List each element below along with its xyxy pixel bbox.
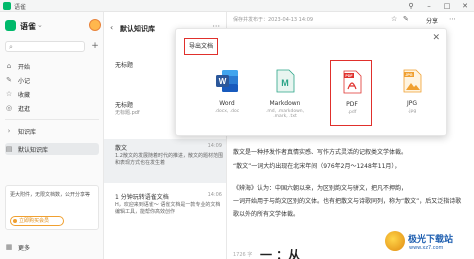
brand-switcher[interactable]: 语雀 ⌄ [5, 19, 101, 32]
export-option-label: Markdown [269, 100, 301, 107]
sidebar-item-explore[interactable]: ◎ 逛逛 [5, 102, 99, 114]
home-icon: ⌂ [6, 62, 12, 70]
minimize-button[interactable]: – [420, 0, 438, 12]
doc-time: 14:09 [207, 143, 222, 149]
section-label: 知识库 [18, 129, 37, 136]
export-option-markdown[interactable]: M Markdown .md, .markdown, .mark, .txt [264, 60, 306, 126]
doc-preview: 1.2散文的发展随着时代的推进，散文的题材范围和表现方式也在发生着 [115, 153, 223, 166]
buy-membership-label: 立即购买会员 [19, 218, 50, 224]
search-icon: ⌕ [9, 43, 13, 51]
title-bar: 语雀 ⚲ – □ ✕ [0, 0, 474, 12]
sidebar-item-label: 开始 [18, 64, 31, 71]
export-option-label: JPG [406, 100, 418, 107]
yuque-logo-icon [5, 20, 16, 31]
sidebar-item-start[interactable]: ⌂ 开始 [5, 60, 99, 72]
close-button[interactable]: ✕ [456, 0, 474, 12]
editor-paragraph[interactable]: 一词开始用于与韵文区别的文体。也有把散文与诗歌同列，称为“散文”，后又泛指诗歌 [233, 197, 469, 206]
editor-heading[interactable]: 一 ：从 [260, 246, 300, 259]
grid-icon: ▦ [5, 243, 13, 251]
watermark-url: www.xz7.com [409, 245, 444, 251]
sidebar-item-label: 更多 [18, 245, 31, 252]
export-option-jpg[interactable]: JPG JPG .jpg [391, 60, 433, 126]
sidebar-item-notes[interactable]: ✎ 小记 [5, 74, 99, 86]
note-icon: ✎ [6, 76, 12, 84]
divider [5, 119, 99, 120]
sidebar-section-knowledge-base[interactable]: › 知识库 [5, 125, 99, 137]
app-logo-icon [3, 2, 11, 10]
maximize-button[interactable]: □ [438, 0, 456, 12]
brand-name: 语雀 [20, 22, 36, 31]
svg-text:M: M [281, 78, 289, 88]
saved-status: 保存并发布于：2023-04-13 14:09 [233, 17, 314, 23]
chevron-down-icon: ⌄ [37, 21, 43, 29]
list-item[interactable]: 1 分钟玩转语雀文档 14:06 H，欢迎来到语雀～ 语雀文档是一款专业的文档编… [104, 192, 226, 232]
export-option-ext: .jpg [407, 109, 417, 114]
coin-icon [13, 219, 17, 223]
promo-text: 更大附件，无限文档数，公开分享等 [10, 192, 91, 198]
star-icon[interactable]: ☆ [391, 15, 397, 23]
export-dialog: 导出文档 ✕ W Word .docx, .doc M Markdown .md… [175, 28, 447, 136]
doc-list-title: 默认知识库 [120, 25, 155, 33]
doc-title: 散文 [115, 145, 128, 152]
avatar[interactable] [89, 19, 101, 31]
export-option-ext: .docx, .doc [214, 109, 240, 114]
star-icon: ☆ [5, 90, 13, 98]
more-options-icon[interactable]: ⋯ [449, 15, 456, 23]
svg-text:W: W [219, 77, 227, 86]
book-icon: ▤ [5, 145, 13, 153]
svg-text:PDF: PDF [345, 74, 353, 78]
sidebar-item-favorites[interactable]: ☆ 收藏 [5, 88, 99, 100]
doc-attachment: 无标题.pdf [115, 110, 140, 116]
share-button[interactable]: 分享 [426, 16, 438, 25]
pdf-icon: PDF [343, 70, 362, 94]
word-icon: W [216, 70, 238, 92]
doc-title: 1 分钟玩转语雀文档 [115, 194, 169, 201]
doc-preview: H，欢迎来到语雀～ 语雀文档是一款专业的文档编辑工具，能帮你高效创作 [115, 202, 221, 215]
sidebar-item-label: 逛逛 [18, 106, 31, 113]
search-input[interactable]: ⌕ [5, 41, 85, 52]
export-option-ext: .md, .markdown, .mark, .txt [265, 109, 305, 119]
sidebar-item-label: 收藏 [18, 92, 31, 99]
editor-paragraph[interactable]: 《辨海》认为：中国六朝以来，为区别韵文与骈文，把凡不押韵， [233, 184, 469, 193]
chevron-right-icon: › [7, 127, 11, 135]
export-dialog-title: 导出文档 [184, 38, 219, 55]
editor-paragraph[interactable]: 散文是一种抒发作者真情实感、写作方式灵活的记叙类文学体裁。 [233, 148, 469, 157]
watermark: 极光下载站 www.xz7.com [385, 228, 473, 258]
export-option-label: PDF [346, 101, 358, 108]
window-title: 语雀 [14, 4, 27, 11]
svg-text:JPG: JPG [405, 73, 412, 77]
buy-membership-button[interactable]: 立即购买会员 [10, 216, 64, 226]
export-option-pdf[interactable]: PDF PDF .pdf [330, 60, 372, 126]
add-button[interactable]: + [90, 41, 100, 52]
watermark-logo-icon [385, 231, 405, 251]
close-icon[interactable]: ✕ [432, 33, 440, 43]
watermark-name: 极光下载站 [408, 235, 454, 245]
doc-title: 无标题 [115, 62, 134, 69]
sidebar: 语雀 ⌄ ⌕ + ⌂ 开始 ✎ 小记 ☆ 收藏 ◎ 逛逛 › 知识库 ▤ 默认知… [0, 12, 104, 259]
back-icon[interactable]: ‹ [110, 23, 113, 32]
list-item[interactable]: 散文 14:09 1.2散文的发展随着时代的推进，散文的题材范围和表现方式也在发… [104, 139, 226, 183]
compass-icon: ◎ [5, 104, 13, 112]
export-option-label: Word [219, 100, 235, 107]
editor-paragraph[interactable]: “散文”一词大约出现在北宋年间（976年2月～1248年11月）， [233, 162, 469, 171]
export-option-word[interactable]: W Word .docx, .doc [206, 60, 248, 126]
doc-title: 无标题 [115, 102, 134, 109]
sidebar-item-label: 小记 [18, 78, 31, 85]
membership-promo: 更大附件，无限文档数，公开分享等 立即购买会员 [5, 185, 99, 230]
pin-icon[interactable]: ⚲ [402, 0, 420, 12]
edit-icon[interactable]: ✎ [403, 15, 409, 23]
sidebar-item-label: 默认知识库 [18, 147, 49, 154]
jpg-icon: JPG [403, 69, 422, 93]
sidebar-item-default-kb[interactable]: ▤ 默认知识库 [5, 143, 99, 155]
word-count: 1726 字 [233, 252, 253, 258]
markdown-icon: M [276, 69, 295, 93]
sidebar-item-more[interactable]: ▦ 更多 [5, 241, 45, 253]
editor-paragraph[interactable]: 歌以外的所有文学体裁。 [233, 210, 469, 219]
export-option-ext: .pdf [347, 110, 357, 115]
doc-time: 14:06 [207, 192, 222, 198]
